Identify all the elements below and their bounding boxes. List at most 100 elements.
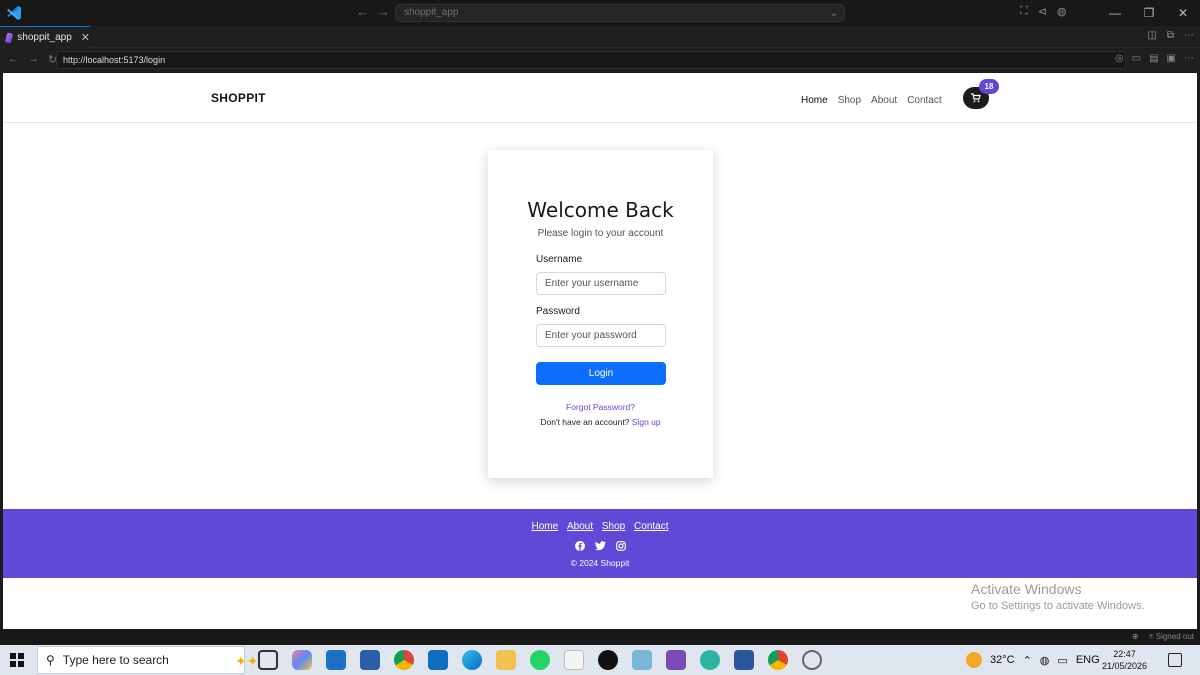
forward-arrow-icon[interactable]: → — [377, 4, 390, 19]
watermark-subtitle: Go to Settings to activate Windows. — [971, 600, 1145, 612]
app-icon-blue[interactable] — [632, 650, 652, 670]
battery-icon[interactable]: ▭ — [1057, 654, 1067, 667]
cart-icon — [971, 93, 981, 103]
mail-icon[interactable] — [326, 650, 346, 670]
edge-icon[interactable] — [462, 650, 482, 670]
signup-prompt: Don't have an account? Sign up — [488, 417, 713, 427]
search-icon: ⚲ — [46, 653, 55, 667]
footer-link-about[interactable]: About — [567, 521, 593, 532]
copilot-app-icon[interactable] — [292, 650, 312, 670]
copilot-chevron-icon[interactable]: ⌄ — [830, 6, 838, 22]
file-explorer-icon[interactable] — [496, 650, 516, 670]
windows-start-icon[interactable] — [10, 653, 24, 667]
footer-links: Home About Shop Contact — [3, 521, 1197, 532]
restore-button[interactable]: ❐ — [1132, 0, 1166, 26]
search-placeholder: Type here to search — [62, 653, 169, 667]
cart-count-badge: 18 — [979, 79, 999, 94]
clock-time: 22:47 — [1113, 649, 1136, 659]
login-subtitle: Please login to your account — [537, 228, 664, 239]
browser-more-icon[interactable]: ⋯ — [1184, 53, 1194, 64]
browser-back-icon[interactable]: ← — [8, 53, 19, 66]
more-actions-icon[interactable]: ⋯ — [1184, 30, 1194, 41]
split-editor-icon[interactable]: ◫ — [1147, 30, 1156, 41]
task-view-icon[interactable] — [258, 650, 278, 670]
account-icon: ⍟ — [1148, 632, 1154, 641]
system-tray: 32°C ⌃ ◍ ▭ ENG — [966, 652, 1100, 668]
app-icon-circle[interactable] — [802, 650, 822, 670]
login-button[interactable]: Login — [536, 362, 666, 385]
windows-taskbar: ⚲ Type here to search ✦✦ 32°C ⌃ ◍ ▭ ENG … — [0, 645, 1200, 675]
web-page: SHOPPIT Home Shop About Contact 18 Welco… — [3, 73, 1197, 629]
whatsapp-icon[interactable] — [530, 650, 550, 670]
url-input[interactable]: http://localhost:5173/login — [56, 51, 1126, 69]
nav-link-about[interactable]: About — [871, 95, 897, 106]
notification-icon[interactable] — [1168, 653, 1182, 667]
tab-close-icon[interactable]: ✕ — [81, 31, 90, 44]
vscode-taskbar-icon[interactable] — [428, 650, 448, 670]
chrome-profile-icon[interactable] — [768, 650, 788, 670]
network-icon[interactable]: ◍ — [1040, 654, 1050, 667]
forgot-password-link[interactable]: Forgot Password? — [488, 402, 713, 412]
send-icon[interactable]: ⊲ — [1038, 5, 1047, 18]
status-bar: ⊕ ⍟ Signed out — [0, 630, 1200, 645]
globe-icon[interactable]: ◍ — [1057, 5, 1067, 18]
watermark-title: Activate Windows — [971, 581, 1082, 597]
notepad-icon[interactable] — [564, 650, 584, 670]
devtools-icon[interactable]: ▭ — [1132, 53, 1141, 64]
language-indicator[interactable]: ENG — [1076, 654, 1100, 666]
signed-out-status[interactable]: ⍟ Signed out — [1149, 632, 1194, 642]
copilot-sparkle-icon: ✦✦ — [235, 653, 259, 669]
facebook-icon[interactable] — [574, 541, 585, 551]
browser-forward-icon[interactable]: → — [28, 53, 39, 66]
zoom-icon[interactable]: ⊕ — [1132, 632, 1139, 642]
tab-label: shoppit_app — [17, 32, 72, 43]
nav-links: Home Shop About Contact — [801, 95, 942, 106]
weather-icon[interactable] — [966, 652, 982, 668]
password-label: Password — [536, 306, 580, 317]
site-brand[interactable]: SHOPPIT — [211, 91, 266, 105]
temperature[interactable]: 32°C — [990, 654, 1015, 666]
instagram-icon[interactable] — [615, 541, 626, 551]
open-external-icon[interactable]: ⧉ — [1167, 30, 1174, 41]
footer-social — [3, 541, 1197, 551]
footer-link-shop[interactable]: Shop — [602, 521, 625, 532]
signup-link[interactable]: Sign up — [632, 417, 661, 427]
page-icon[interactable]: ▤ — [1149, 53, 1158, 64]
vite-icon — [4, 31, 14, 44]
panel-icon[interactable]: ▣ — [1167, 53, 1176, 64]
command-center-input[interactable]: shoppit_app ⌄ — [395, 4, 845, 22]
store-icon[interactable] — [360, 650, 380, 670]
back-arrow-icon[interactable]: ← — [356, 4, 369, 19]
site-navbar: SHOPPIT Home Shop About Contact 18 — [3, 73, 1197, 123]
window-titlebar: ← → shoppit_app ⌄ ⛶ ⊲ ◍ — ❐ ✕ — [0, 0, 1200, 26]
tray-chevron-icon[interactable]: ⌃ — [1023, 654, 1032, 667]
taskbar-search-input[interactable]: ⚲ Type here to search ✦✦ — [37, 646, 258, 674]
copilot-icon[interactable]: ◎ — [1115, 53, 1124, 64]
nav-link-home[interactable]: Home — [801, 95, 828, 106]
editor-tab-bar: shoppit_app ✕ ◫ ⧉ ⋯ — [0, 26, 1200, 48]
footer-link-home[interactable]: Home — [532, 521, 559, 532]
close-window-button[interactable]: ✕ — [1166, 0, 1200, 26]
nav-link-contact[interactable]: Contact — [907, 95, 941, 106]
username-label: Username — [536, 254, 583, 265]
footer-link-contact[interactable]: Contact — [634, 521, 668, 532]
chatgpt-icon[interactable] — [598, 650, 618, 670]
taskbar-clock[interactable]: 22:47 21/05/2026 — [1102, 648, 1147, 672]
word-icon[interactable] — [734, 650, 754, 670]
visual-studio-icon[interactable] — [666, 650, 686, 670]
twitter-icon[interactable] — [594, 541, 606, 551]
minimize-button[interactable]: — — [1098, 0, 1132, 26]
password-input[interactable]: Enter your password — [536, 324, 666, 347]
username-input[interactable]: Enter your username — [536, 272, 666, 295]
app-icon-teal[interactable] — [700, 650, 720, 670]
signed-out-label: Signed out — [1155, 632, 1194, 641]
clock-date: 21/05/2026 — [1102, 661, 1148, 671]
layout-icon[interactable]: ⛶ — [1020, 5, 1028, 18]
login-card: Welcome Back Please login to your accoun… — [488, 150, 713, 478]
tab-shoppit-app[interactable]: shoppit_app ✕ — [0, 26, 90, 48]
chrome-icon[interactable] — [394, 650, 414, 670]
simple-browser-bar: ← → ↻ http://localhost:5173/login ◎ ▭ ▤ … — [0, 48, 1200, 72]
login-title: Welcome Back — [527, 198, 674, 222]
nav-link-shop[interactable]: Shop — [838, 95, 861, 106]
command-center-label: shoppit_app — [404, 7, 459, 18]
